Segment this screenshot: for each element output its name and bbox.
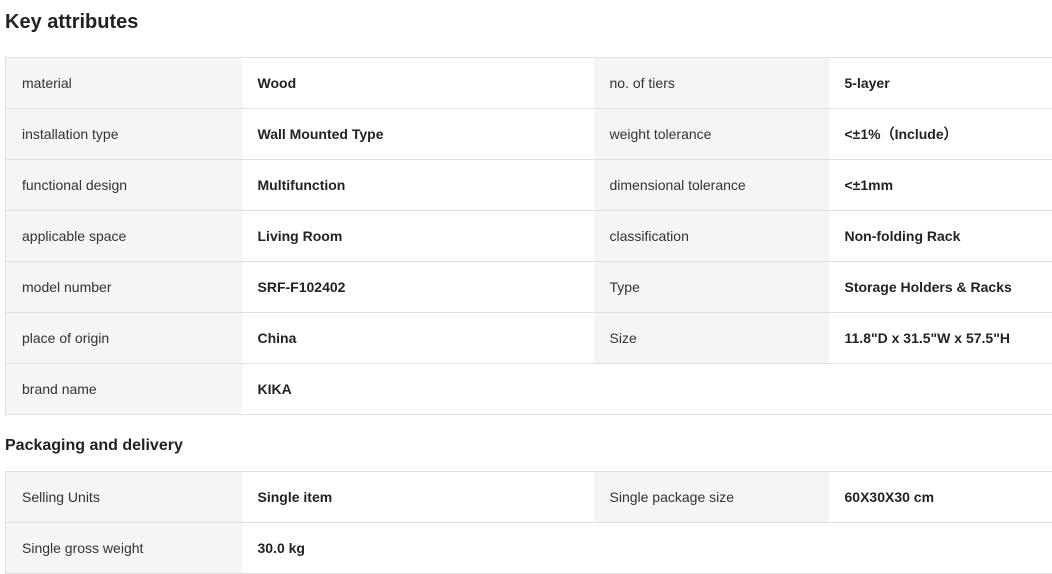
attribute-value: Wall Mounted Type xyxy=(242,109,594,160)
table-row: Single gross weight 30.0 kg xyxy=(6,523,1052,574)
attribute-label: no. of tiers xyxy=(594,58,829,109)
table-row: Selling Units Single item Single package… xyxy=(6,472,1052,523)
table-row: installation type Wall Mounted Type weig… xyxy=(6,109,1052,160)
attribute-value: Non-folding Rack xyxy=(829,211,1052,262)
attribute-value: Storage Holders & Racks xyxy=(829,262,1052,313)
attribute-value: SRF-F102402 xyxy=(242,262,594,313)
attribute-label: weight tolerance xyxy=(594,109,829,160)
attribute-value: 60X30X30 cm xyxy=(829,472,1052,523)
attribute-value: China xyxy=(242,313,594,364)
attribute-label: applicable space xyxy=(6,211,242,262)
attribute-label: dimensional tolerance xyxy=(594,160,829,211)
attribute-value: Living Room xyxy=(242,211,594,262)
table-row: brand name KIKA xyxy=(6,364,1052,415)
empty-cell xyxy=(829,523,1052,574)
attribute-label: Type xyxy=(594,262,829,313)
attribute-label: Single gross weight xyxy=(6,523,242,574)
table-row: functional design Multifunction dimensio… xyxy=(6,160,1052,211)
table-row: model number SRF-F102402 Type Storage Ho… xyxy=(6,262,1052,313)
attribute-value: Single item xyxy=(242,472,594,523)
attribute-value: KIKA xyxy=(242,364,594,415)
table-row: applicable space Living Room classificat… xyxy=(6,211,1052,262)
attribute-label: Single package size xyxy=(594,472,829,523)
packaging-table: Selling Units Single item Single package… xyxy=(5,471,1052,574)
key-attributes-title: Key attributes xyxy=(5,11,138,34)
attribute-label: functional design xyxy=(6,160,242,211)
table-row: place of origin China Size 11.8"D x 31.5… xyxy=(6,313,1052,364)
attribute-value: Multifunction xyxy=(242,160,594,211)
table-row: material Wood no. of tiers 5-layer xyxy=(6,58,1052,109)
empty-cell xyxy=(829,364,1052,415)
empty-cell xyxy=(594,364,829,415)
attribute-label: Size xyxy=(594,313,829,364)
attribute-label: brand name xyxy=(6,364,242,415)
attribute-value: 30.0 kg xyxy=(242,523,594,574)
attribute-value: Wood xyxy=(242,58,594,109)
attribute-value: 11.8"D x 31.5"W x 57.5"H xyxy=(829,313,1052,364)
attribute-label: Selling Units xyxy=(6,472,242,523)
key-attributes-table: material Wood no. of tiers 5-layer insta… xyxy=(5,57,1052,415)
empty-cell xyxy=(594,523,829,574)
attribute-label: classification xyxy=(594,211,829,262)
attribute-label: material xyxy=(6,58,242,109)
attribute-label: installation type xyxy=(6,109,242,160)
packaging-delivery-title: Packaging and delivery xyxy=(5,437,183,455)
attribute-value: <±1%（Include） xyxy=(829,109,1052,160)
attribute-label: place of origin xyxy=(6,313,242,364)
attribute-value: <±1mm xyxy=(829,160,1052,211)
attribute-value: 5-layer xyxy=(829,58,1052,109)
attribute-label: model number xyxy=(6,262,242,313)
